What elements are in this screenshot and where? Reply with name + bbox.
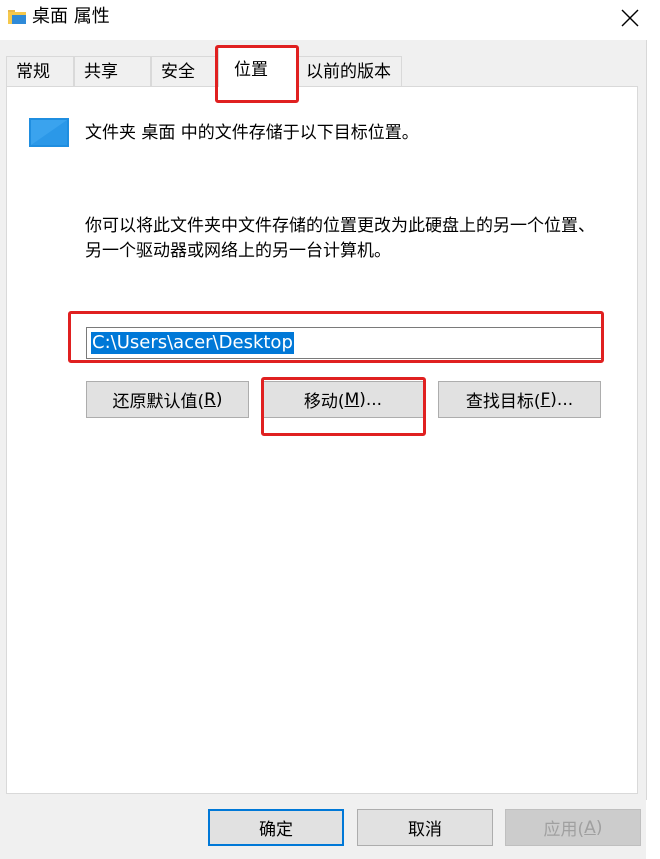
ok-button[interactable]: 确定: [208, 809, 344, 846]
button-label: 查找目标(: [465, 392, 541, 412]
tab-label: 共享: [84, 62, 118, 82]
desktop-folder-icon: [29, 118, 69, 147]
highlight-path-input: [68, 311, 604, 363]
mnemonic-key: F: [540, 389, 551, 410]
restore-default-button[interactable]: 还原默认值(R): [86, 381, 249, 418]
location-info-text: 文件夹 桌面 中的文件存储于以下目标位置。: [85, 123, 419, 143]
button-suffix: )...: [550, 389, 574, 410]
button-suffix: ): [595, 817, 603, 838]
tab-previous-versions[interactable]: 以前的版本: [296, 56, 402, 86]
tab-sharing[interactable]: 共享: [74, 56, 151, 86]
tab-label: 以前的版本: [306, 62, 391, 82]
button-suffix: ): [215, 389, 223, 410]
tab-security[interactable]: 安全: [151, 56, 219, 86]
title-bar: 桌面 属性: [0, 0, 660, 40]
close-icon: [621, 9, 639, 27]
close-button[interactable]: [612, 0, 648, 36]
apply-button[interactable]: 应用(A): [505, 809, 641, 846]
tab-general[interactable]: 常规: [6, 56, 74, 86]
background-window-edge: [646, 0, 660, 859]
highlight-location-tab: [215, 45, 299, 103]
mnemonic-key: A: [584, 817, 596, 838]
button-label: 取消: [408, 820, 442, 840]
location-tab-panel: [6, 86, 638, 794]
cancel-button[interactable]: 取消: [357, 809, 493, 846]
folder-icon: [8, 10, 26, 24]
find-target-button[interactable]: 查找目标(F)...: [438, 381, 601, 418]
tab-label: 安全: [161, 62, 195, 82]
button-label: 应用(: [543, 820, 585, 840]
button-label: 确定: [259, 820, 293, 840]
mnemonic-key: R: [204, 389, 216, 410]
window-title: 桌面 属性: [32, 6, 110, 27]
location-description: 你可以将此文件夹中文件存储的位置更改为此硬盘上的另一个位置、另一个驱动器或网络上…: [85, 216, 595, 261]
highlight-move-button: [261, 377, 426, 436]
button-label: 还原默认值(: [112, 392, 205, 412]
tab-label: 常规: [16, 62, 50, 82]
